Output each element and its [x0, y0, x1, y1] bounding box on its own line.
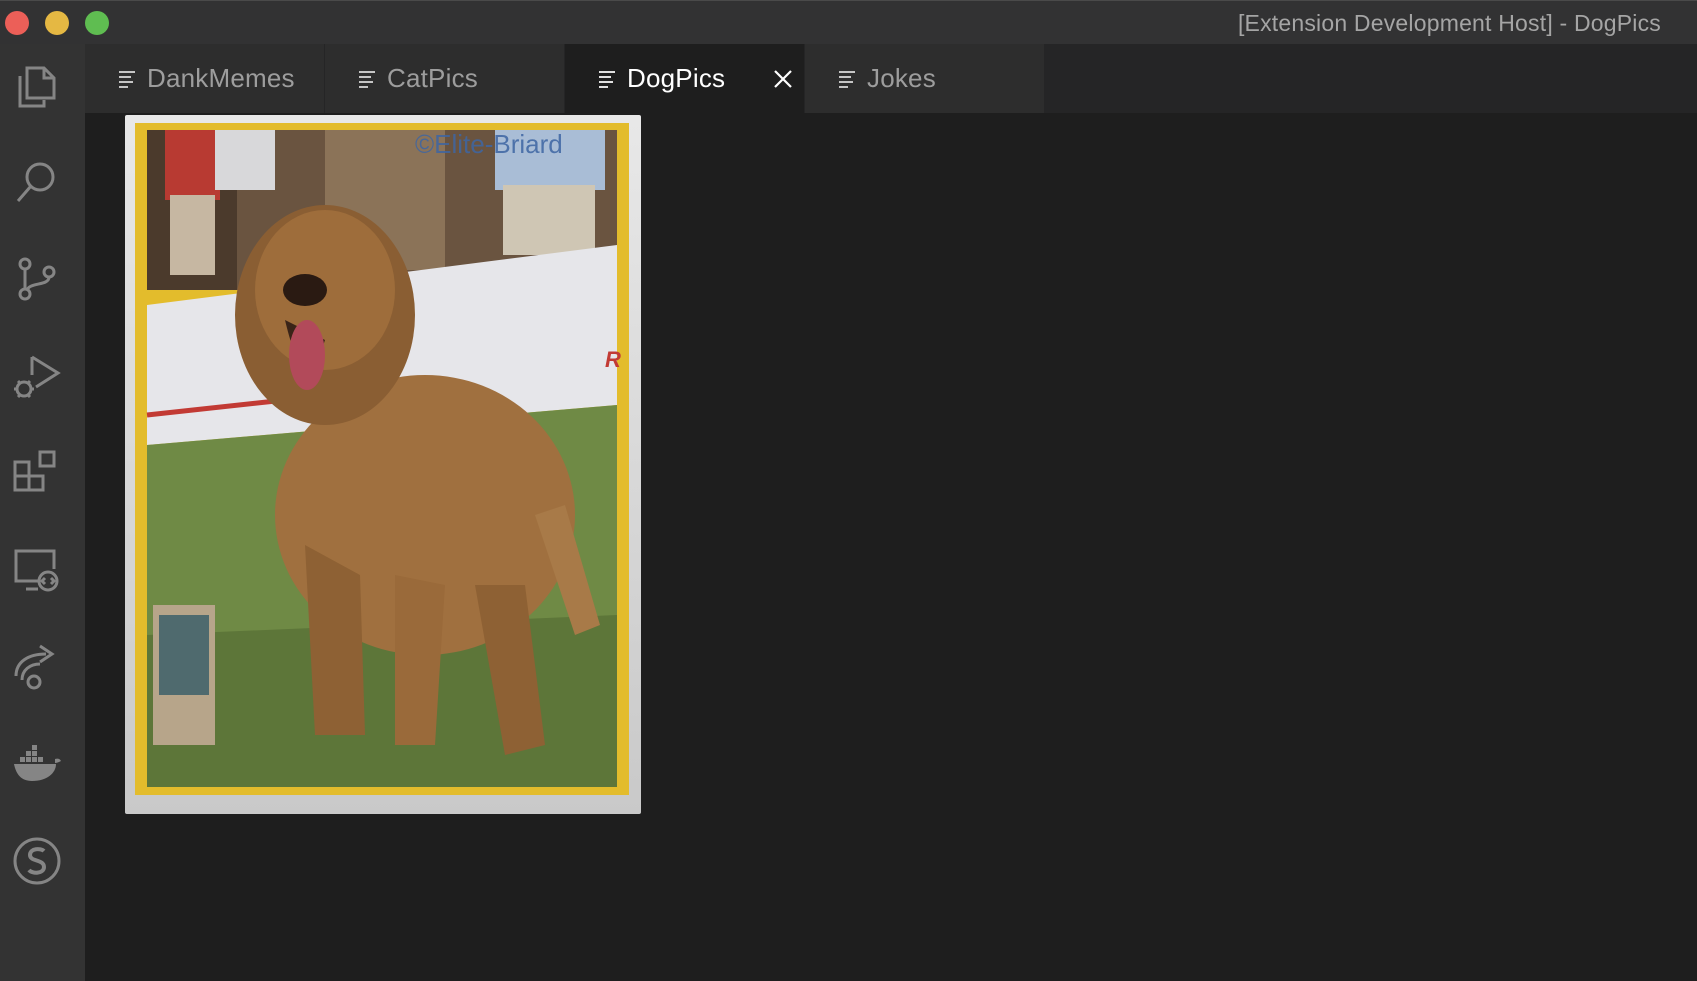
title-bar: [Extension Development Host] - DogPics [0, 0, 1697, 44]
activity-bar [0, 44, 85, 981]
docker-icon[interactable] [10, 737, 64, 791]
file-lines-icon [359, 70, 375, 88]
s-account-icon[interactable] [10, 834, 64, 888]
file-lines-icon [599, 70, 615, 88]
editor-tab-bar: DankMemes CatPics DogPics Jokes [85, 44, 1697, 113]
tab-dankmemes[interactable]: DankMemes [85, 44, 325, 113]
editor-area: R ©Elite-Briard [85, 113, 1697, 981]
search-icon[interactable] [10, 155, 64, 209]
tab-label: CatPics [387, 63, 478, 93]
files-icon[interactable] [10, 58, 64, 112]
extensions-icon[interactable] [10, 446, 64, 500]
source-control-icon[interactable] [10, 252, 64, 306]
vscode-window: [Extension Development Host] - DogPics D… [0, 0, 1697, 981]
close-tab-icon[interactable] [772, 68, 794, 90]
file-lines-icon [119, 70, 135, 88]
close-window-button[interactable] [5, 11, 29, 35]
live-share-icon[interactable] [10, 640, 64, 694]
svg-text:R: R [605, 347, 621, 372]
remote-explorer-icon[interactable] [10, 543, 64, 597]
tab-label: DogPics [627, 63, 726, 93]
tab-jokes[interactable]: Jokes [805, 44, 1045, 113]
dog-photo: R ©Elite-Briard [125, 115, 641, 814]
tab-label: DankMemes [147, 63, 295, 93]
file-lines-icon [839, 70, 855, 88]
tab-label: Jokes [867, 63, 936, 93]
run-debug-icon[interactable] [10, 349, 64, 403]
tab-catpics[interactable]: CatPics [325, 44, 565, 113]
minimize-window-button[interactable] [45, 11, 69, 35]
maximize-window-button[interactable] [85, 11, 109, 35]
watermark-text: ©Elite-Briard [415, 129, 563, 159]
window-title: [Extension Development Host] - DogPics [1237, 10, 1661, 36]
tab-dogpics[interactable]: DogPics [565, 44, 805, 113]
